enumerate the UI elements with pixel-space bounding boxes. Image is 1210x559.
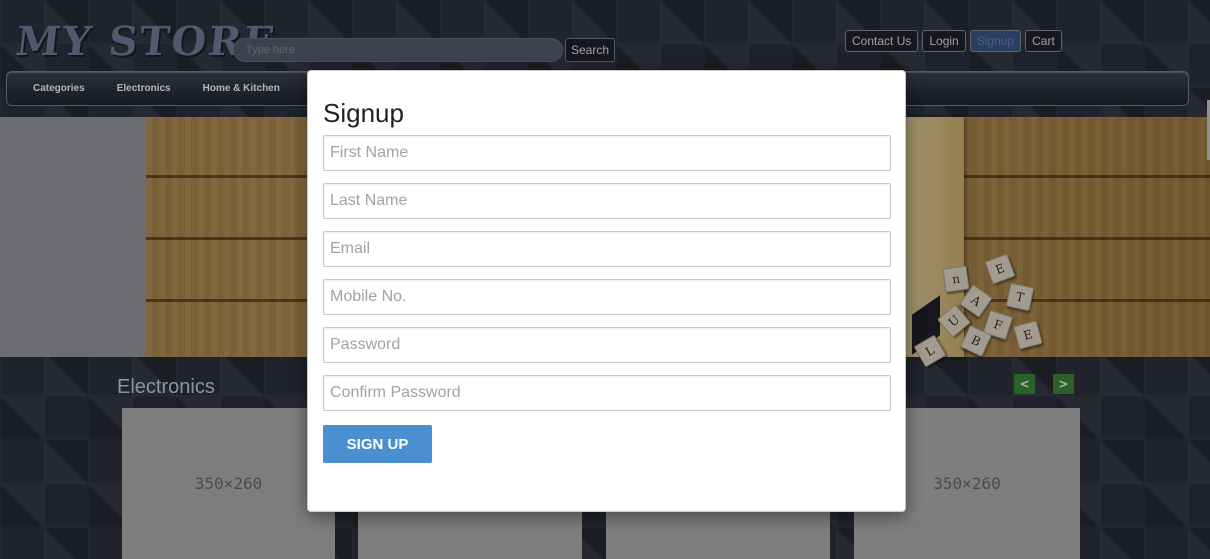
modal-title: Signup (323, 98, 404, 128)
first-name-field[interactable] (323, 135, 891, 171)
signup-submit-button[interactable]: SIGN UP (323, 425, 432, 463)
signup-modal: Signup SIGN UP (307, 70, 906, 512)
password-field[interactable] (323, 327, 891, 363)
confirm-password-field[interactable] (323, 375, 891, 411)
email-field[interactable] (323, 231, 891, 267)
mobile-field[interactable] (323, 279, 891, 315)
last-name-field[interactable] (323, 183, 891, 219)
